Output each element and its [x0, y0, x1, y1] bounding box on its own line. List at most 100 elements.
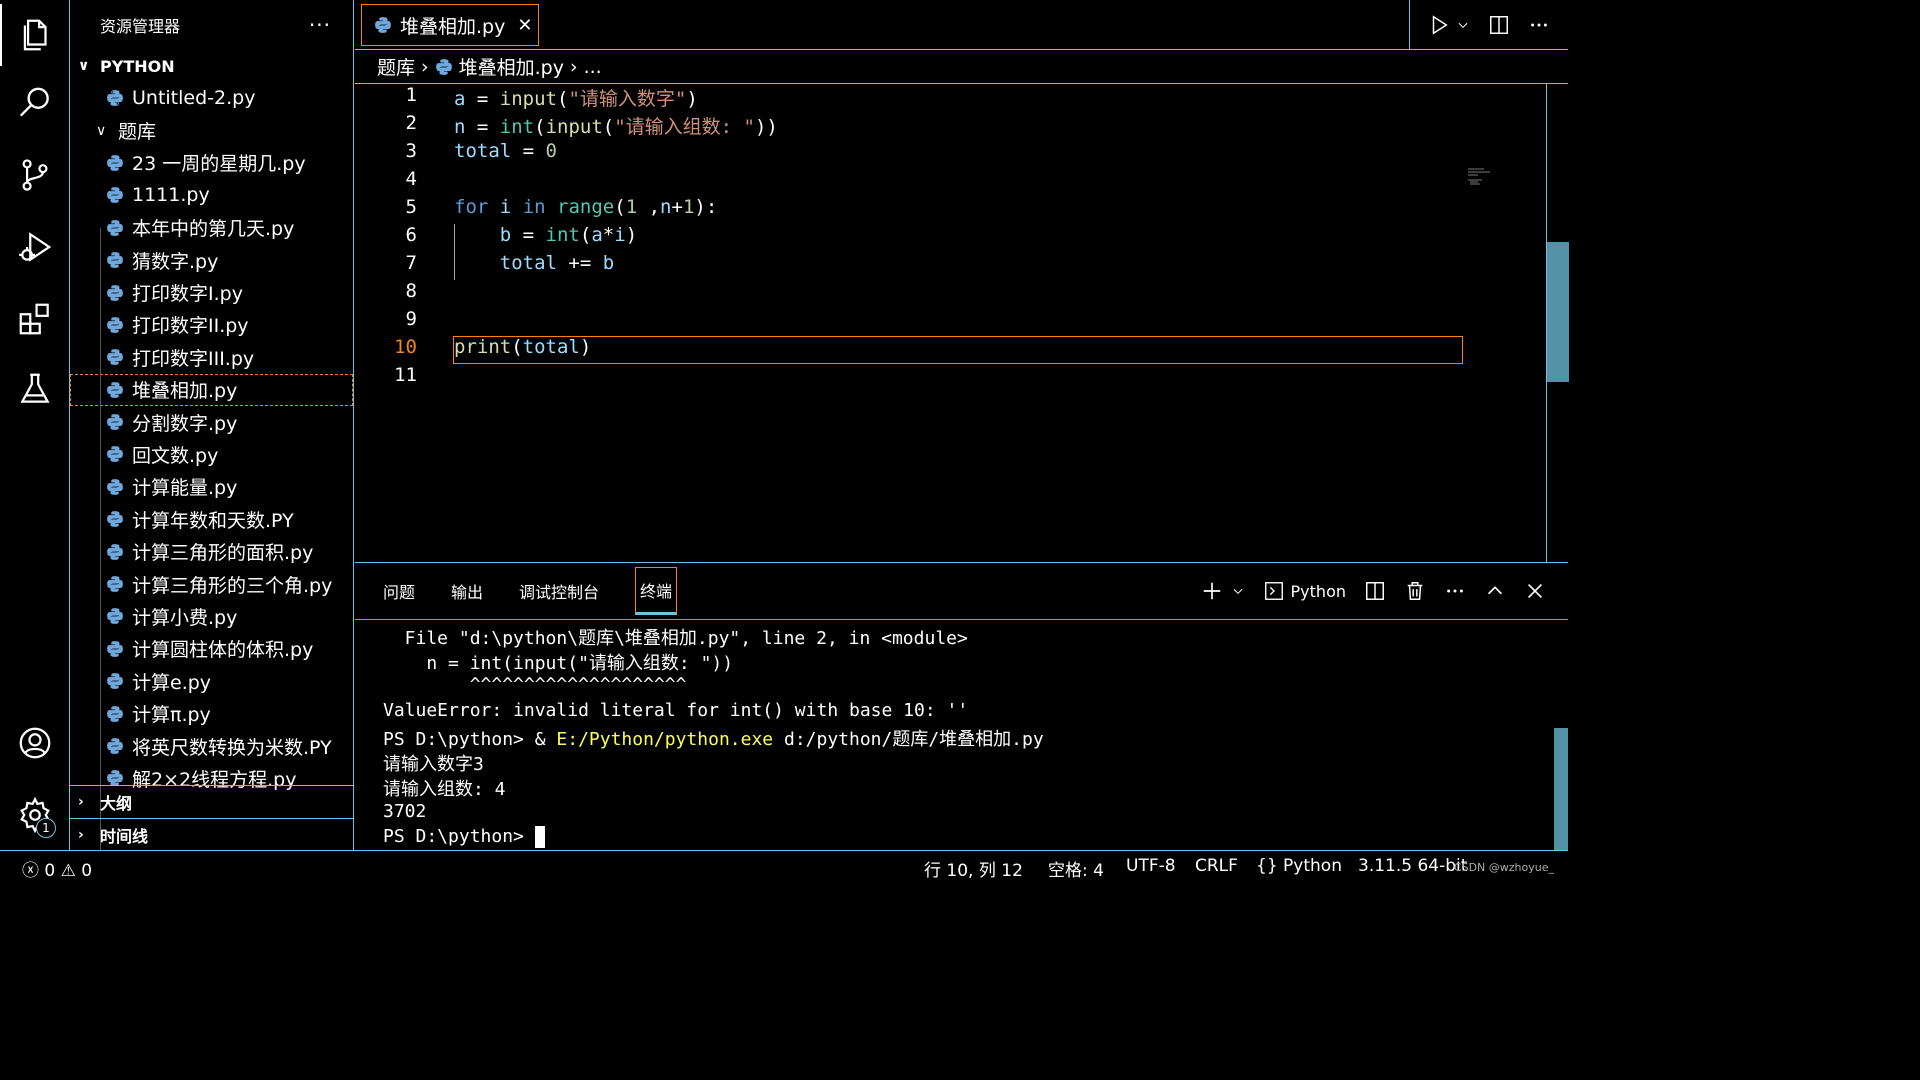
- python-file-icon: [107, 381, 123, 398]
- line-number: 5: [405, 196, 417, 218]
- new-terminal-icon[interactable]: [1201, 580, 1223, 602]
- terminal-shell-label[interactable]: Python: [1291, 582, 1346, 601]
- tab-debug-console[interactable]: 调试控制台: [519, 579, 599, 603]
- file-item[interactable]: 计算三角形的三个角.py: [70, 568, 353, 600]
- more-actions-icon[interactable]: [1444, 580, 1466, 602]
- file-item[interactable]: 分割数字.py: [70, 406, 353, 438]
- testing-flask-icon[interactable]: [0, 358, 70, 420]
- file-item[interactable]: 堆叠相加.py: [70, 373, 353, 406]
- timeline-section[interactable]: › 时间线: [70, 818, 354, 851]
- chevron-down-icon[interactable]: [1456, 14, 1470, 36]
- file-item[interactable]: 计算能量.py: [70, 471, 353, 503]
- outline-section[interactable]: › 大纲: [70, 785, 354, 818]
- file-item[interactable]: 打印数字III.py: [70, 341, 353, 373]
- file-item[interactable]: 回文数.py: [70, 438, 353, 470]
- encoding[interactable]: UTF-8: [1126, 856, 1176, 876]
- file-item[interactable]: 计算小费.py: [70, 600, 353, 632]
- split-terminal-icon[interactable]: [1364, 580, 1386, 602]
- cursor-position[interactable]: 行 10, 列 12: [924, 856, 1023, 881]
- file-item[interactable]: 打印数字I.py: [70, 276, 353, 308]
- file-item[interactable]: 将英尺数转换为米数.PY: [70, 730, 353, 762]
- file-item[interactable]: 23 一周的星期几.py: [70, 147, 353, 179]
- line-number: 8: [405, 280, 417, 302]
- bottom-panel: 问题 输出 调试控制台 终端 Python File "d:\python\题库…: [355, 562, 1568, 850]
- chevron-right-icon: ›: [78, 827, 84, 843]
- close-icon[interactable]: [1524, 580, 1546, 602]
- terminal[interactable]: File "d:\python\题库\堆叠相加.py", line 2, in …: [355, 619, 1568, 851]
- breadcrumb-more[interactable]: ...: [584, 56, 602, 78]
- more-actions-icon[interactable]: ···: [309, 13, 331, 37]
- braces-icon: {}: [1256, 856, 1278, 876]
- file-name: 堆叠相加.py: [132, 380, 238, 403]
- file-item[interactable]: 本年中的第几天.py: [70, 212, 353, 244]
- search-icon[interactable]: [0, 72, 70, 134]
- source-control-icon[interactable]: [0, 144, 70, 206]
- file-item[interactable]: 猜数字.py: [70, 244, 353, 276]
- breadcrumb-folder[interactable]: 题库: [377, 53, 415, 80]
- trash-icon[interactable]: [1404, 580, 1426, 602]
- terminal-scrollbar[interactable]: [1554, 728, 1568, 850]
- account-icon[interactable]: [0, 712, 70, 774]
- explorer-icon[interactable]: [0, 4, 70, 66]
- editor-scrollbar[interactable]: [1546, 84, 1569, 562]
- file-name: 计算年数和天数.PY: [132, 509, 294, 532]
- run-python-icon[interactable]: [1428, 14, 1450, 36]
- file-item[interactable]: 打印数字II.py: [70, 309, 353, 341]
- python-file-icon: [107, 543, 123, 560]
- file-item[interactable]: 计算三角形的面积.py: [70, 535, 353, 567]
- terminal-line: File "d:\python\题库\堆叠相加.py", line 2, in …: [383, 628, 968, 649]
- terminal-prompt: PS D:\python> &: [383, 729, 557, 750]
- folder-item[interactable]: ∨ 题库: [70, 114, 353, 146]
- run-debug-icon[interactable]: [0, 216, 70, 278]
- scrollbar-thumb[interactable]: [1547, 242, 1569, 382]
- error-count: 0: [44, 861, 56, 881]
- current-line-highlight: [453, 336, 1463, 364]
- file-item[interactable]: Untitled-2.py: [70, 82, 353, 114]
- close-icon[interactable]: ✕: [517, 15, 532, 36]
- python-file-icon: [375, 17, 391, 33]
- tab-active-file[interactable]: 堆叠相加.py ✕: [361, 4, 539, 46]
- file-item[interactable]: 计算年数和天数.PY: [70, 503, 353, 535]
- more-actions-icon[interactable]: [1528, 14, 1550, 36]
- language-mode[interactable]: {} Python: [1256, 856, 1342, 876]
- python-file-icon: [107, 673, 123, 690]
- tab-output[interactable]: 输出: [451, 579, 483, 603]
- line-number: 6: [405, 224, 417, 246]
- watermark: CSDN @wzhoyue_: [1453, 861, 1554, 874]
- file-name: 将英尺数转换为米数.PY: [132, 736, 332, 759]
- file-item[interactable]: 计算圆柱体的体积.py: [70, 633, 353, 665]
- python-file-icon: [435, 58, 452, 75]
- split-editor-icon[interactable]: [1488, 14, 1510, 36]
- maximize-panel-icon[interactable]: [1484, 580, 1506, 602]
- python-file-icon: [107, 479, 123, 495]
- python-interpreter[interactable]: 3.11.5 64-bit: [1358, 856, 1467, 876]
- file-name: 分割数字.py: [132, 412, 238, 435]
- extensions-icon[interactable]: [0, 288, 70, 350]
- workspace-section[interactable]: ∨ PYTHON: [70, 50, 353, 82]
- python-file-icon: [107, 414, 123, 430]
- settings-gear-icon[interactable]: 1: [0, 784, 70, 846]
- file-item[interactable]: 计算e.py: [70, 665, 353, 697]
- indentation[interactable]: 空格: 4: [1048, 856, 1104, 881]
- file-item[interactable]: 1111.py: [70, 179, 353, 211]
- timeline-title: 时间线: [100, 827, 149, 846]
- file-name: 计算三角形的三个角.py: [132, 574, 333, 597]
- chevron-down-icon[interactable]: [1231, 580, 1245, 602]
- end-of-line[interactable]: CRLF: [1195, 856, 1238, 876]
- explorer-sidebar: 资源管理器 ··· ∨ PYTHON Untitled-2.py ∨ 题库 23…: [70, 0, 354, 868]
- file-item[interactable]: 计算π.py: [70, 697, 353, 729]
- chevron-right-icon: ›: [569, 55, 578, 78]
- line-number: 9: [405, 308, 417, 330]
- tab-terminal[interactable]: 终端: [635, 567, 678, 615]
- minimap[interactable]: [1468, 168, 1498, 188]
- warning-count: 0: [81, 861, 93, 881]
- breadcrumb-file[interactable]: 堆叠相加.py: [459, 53, 564, 80]
- folder-file-list: 23 一周的星期几.py 1111.py 本年中的第几天.py 猜数字.py 打印数字I…: [70, 147, 353, 795]
- terminal-line: 请输入数字3: [383, 754, 484, 775]
- line-number: 2: [405, 112, 417, 134]
- file-name: 计算π.py: [132, 704, 211, 727]
- tab-problems[interactable]: 问题: [383, 579, 415, 603]
- terminal-line: PS D:\python> & E:/Python/python.exe d:/…: [383, 725, 1044, 751]
- problems-status[interactable]: ⓧ 0 ⚠ 0: [22, 856, 92, 881]
- code-editor[interactable]: 1 2 3 4 5 6 7 8 9 10 11 a = input("请输入数字") n = int…: [355, 84, 1568, 562]
